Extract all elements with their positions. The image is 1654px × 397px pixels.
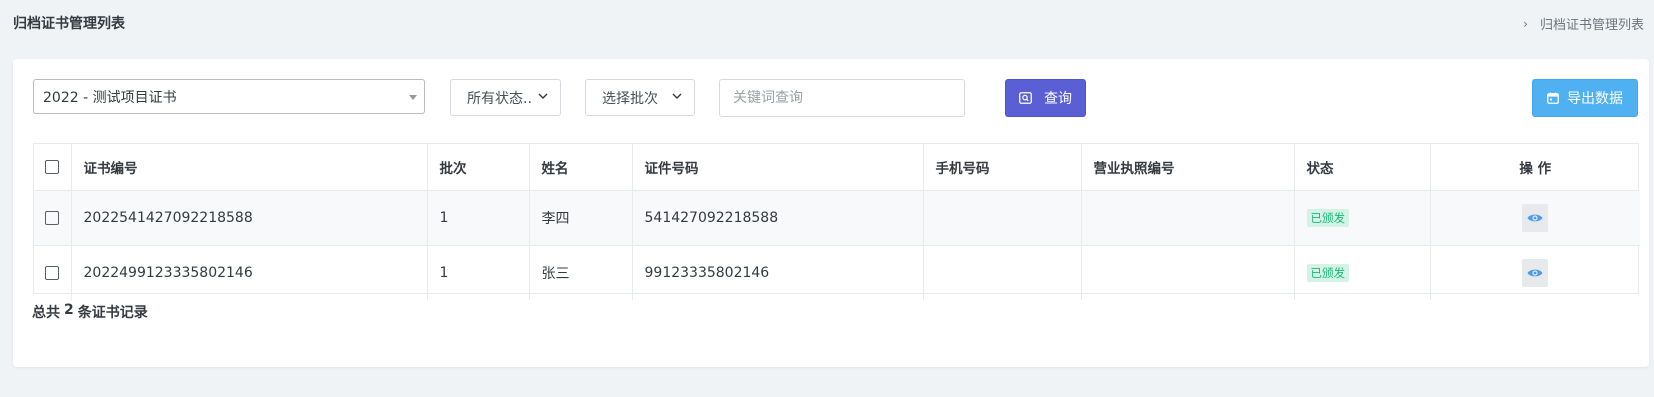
calendar-icon <box>1547 92 1559 104</box>
cert-number-cell: 2022499123335802146 <box>71 245 428 300</box>
view-button[interactable] <box>1522 203 1549 232</box>
query-button-label: 查询 <box>1044 91 1072 107</box>
select-all-cell <box>34 144 72 191</box>
table-row: 2022499123335802146 1 张三 99123335802146 … <box>34 245 1640 300</box>
project-select[interactable]: 2022 - 测试项目证书 <box>33 79 425 114</box>
column-header[interactable]: 手机号码 <box>923 144 1082 191</box>
page-header: 归档证书管理列表 › 归档证书管理列表 <box>0 0 1654 48</box>
id-number-cell: 541427092218588 <box>632 190 924 246</box>
breadcrumb: › 归档证书管理列表 <box>1523 14 1644 34</box>
column-header[interactable]: 姓名 <box>529 144 633 191</box>
record-count-suffix: 条证书记录 <box>77 305 148 321</box>
status-badge: 已颁发 <box>1306 208 1349 227</box>
row-select-cell <box>34 190 72 246</box>
table-header-row: 证书编号 批次 姓名 证件号码 手机号码 营业执照编号 状态 操 作 <box>34 144 1640 191</box>
row-select-cell <box>34 245 72 300</box>
name-cell: 李四 <box>529 190 633 246</box>
table-row: 2022541427092218588 1 李四 541427092218588… <box>34 190 1640 246</box>
column-header: 操 作 <box>1430 144 1640 191</box>
license-number-cell <box>1081 190 1295 246</box>
action-cell <box>1430 245 1640 300</box>
select-all-checkbox[interactable] <box>45 159 60 174</box>
certificate-table: 证书编号 批次 姓名 证件号码 手机号码 营业执照编号 状态 操 作 20225… <box>33 143 1640 300</box>
row-checkbox[interactable] <box>45 265 60 280</box>
license-number-cell <box>1081 245 1295 300</box>
query-button[interactable]: 查询 <box>1005 79 1086 117</box>
export-button[interactable]: 导出数据 <box>1532 79 1638 117</box>
view-button[interactable] <box>1522 258 1549 287</box>
page-title: 归档证书管理列表 <box>13 16 125 32</box>
column-header[interactable]: 证书编号 <box>71 144 428 191</box>
name-cell: 张三 <box>529 245 633 300</box>
chevron-down-icon <box>672 93 682 99</box>
column-header[interactable]: 营业执照编号 <box>1081 144 1295 191</box>
action-cell <box>1430 190 1640 246</box>
chevron-down-icon <box>538 93 548 99</box>
column-header[interactable]: 批次 <box>427 144 530 191</box>
column-header[interactable]: 证件号码 <box>632 144 924 191</box>
eye-icon <box>1527 269 1543 277</box>
record-count-prefix: 总共 <box>32 305 60 321</box>
id-number-cell: 99123335802146 <box>632 245 924 300</box>
status-cell: 已颁发 <box>1294 245 1431 300</box>
list-card: 2022 - 测试项目证书 所有状态.. 选择批次 查询 导出数据 <box>13 59 1649 367</box>
record-count: 总共 2 条证书记录 <box>32 302 148 322</box>
status-cell: 已颁发 <box>1294 190 1431 246</box>
cert-number-cell: 2022541427092218588 <box>71 190 428 246</box>
batch-cell: 1 <box>427 245 530 300</box>
search-icon <box>1019 92 1032 104</box>
phone-cell <box>923 245 1082 300</box>
project-select-value: 2022 - 测试项目证书 <box>43 89 177 106</box>
record-count-value: 2 <box>64 302 74 318</box>
export-button-label: 导出数据 <box>1567 91 1623 107</box>
phone-cell <box>923 190 1082 246</box>
breadcrumb-separator: › <box>1523 16 1528 31</box>
caret-down-icon <box>409 95 417 100</box>
keyword-search-input[interactable] <box>719 79 965 117</box>
status-badge: 已颁发 <box>1306 263 1349 282</box>
batch-dropdown[interactable]: 选择批次 <box>585 79 695 116</box>
row-checkbox[interactable] <box>45 210 60 225</box>
batch-dropdown-label: 选择批次 <box>602 90 658 107</box>
eye-icon <box>1527 214 1543 221</box>
status-dropdown-label: 所有状态.. <box>467 90 532 107</box>
column-header[interactable]: 状态 <box>1294 144 1431 191</box>
breadcrumb-current[interactable]: 归档证书管理列表 <box>1540 14 1644 33</box>
status-dropdown[interactable]: 所有状态.. <box>450 79 561 116</box>
batch-cell: 1 <box>427 190 530 246</box>
